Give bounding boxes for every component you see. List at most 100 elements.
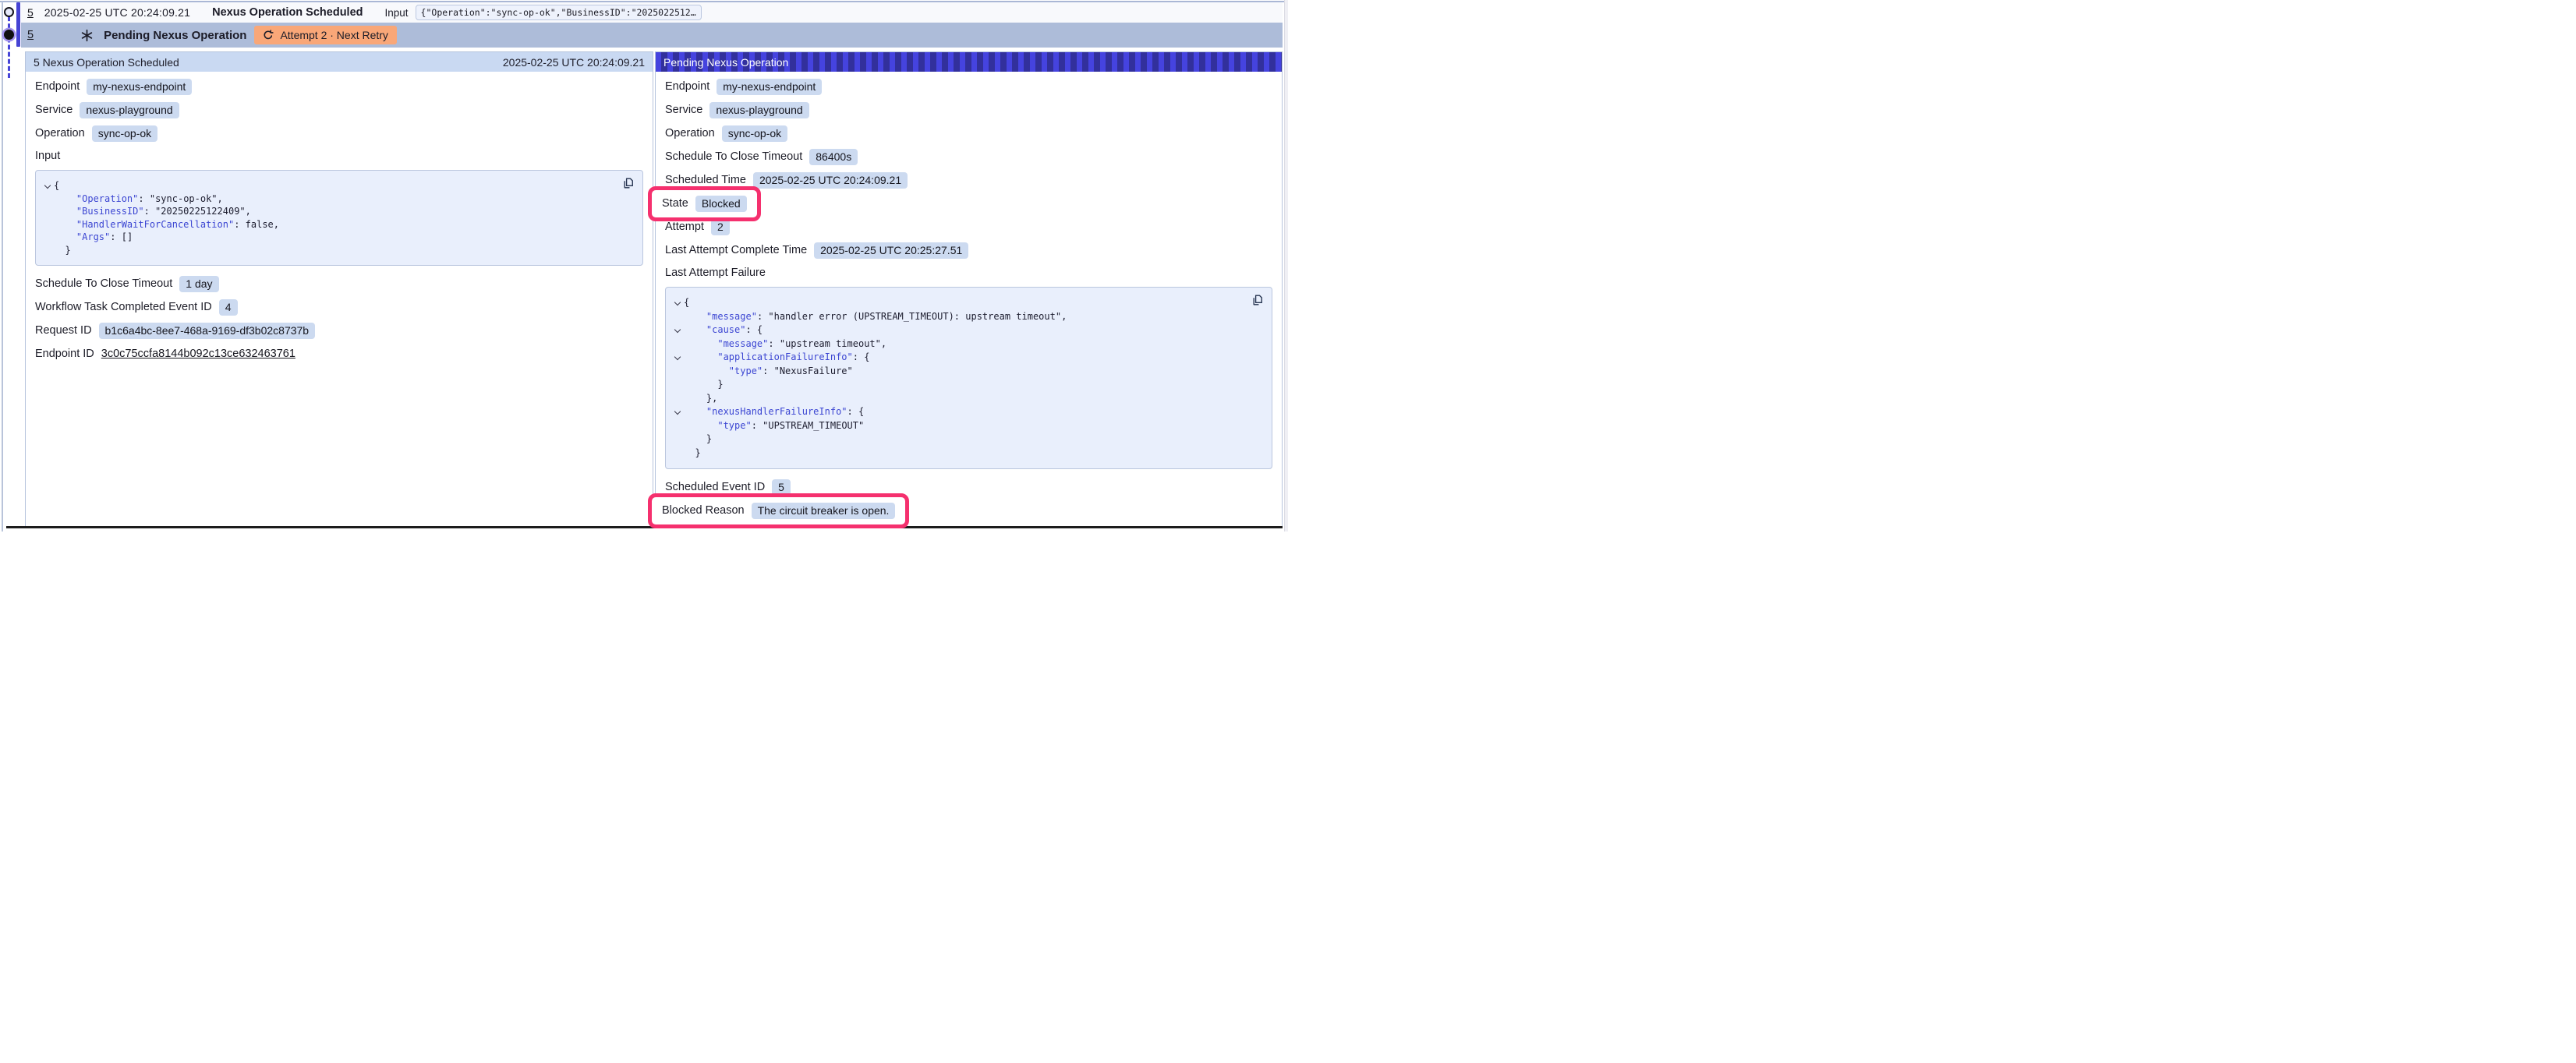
json-line: "nexusHandlerFailureInfo": { (671, 405, 1264, 419)
json-line: { (41, 179, 635, 192)
field-label: Service (35, 104, 73, 116)
field-label: Schedule To Close Timeout (35, 277, 172, 290)
field-row-operation: Operation sync-op-ok (665, 126, 1272, 140)
json-line: } (41, 244, 635, 257)
field-value-link[interactable]: 3c0c75ccfa8144b092c13ce632463761 (101, 348, 295, 360)
event-detail-panel-scheduled: 5 Nexus Operation Scheduled 2025-02-25 U… (25, 51, 653, 527)
event-timestamp: 2025-02-25 UTC 20:24:09.21 (44, 6, 190, 19)
field-label: Operation (35, 127, 85, 139)
json-line: "type": "UPSTREAM_TIMEOUT" (671, 419, 1264, 433)
field-value-chip: my-nexus-endpoint (87, 79, 192, 95)
timeline-node-open-icon[interactable] (4, 7, 14, 17)
field-row-endpoint-id: Endpoint ID 3c0c75ccfa8144b092c13ce632463… (35, 347, 643, 361)
timeline-gutter (0, 0, 21, 101)
field-row-blocked-reason: Blocked Reason The circuit breaker is ope… (665, 503, 1272, 517)
field-label: Service (665, 104, 702, 116)
failure-section-label: Last Attempt Failure (665, 267, 1272, 281)
field-row-attempt: Attempt 2 (665, 220, 1272, 234)
field-row-workflow-task-completed-event-id: Workflow Task Completed Event ID 4 (35, 300, 643, 314)
event-title: Nexus Operation Scheduled (212, 6, 363, 19)
field-row-endpoint: Endpointmy-nexus-endpoint (665, 79, 1272, 94)
json-line: } (671, 378, 1264, 392)
json-line: "BusinessID": "20250225122409", (41, 205, 635, 218)
field-value-chip: The circuit breaker is open. (752, 503, 896, 519)
input-json-viewer: { "Operation": "sync-op-ok", "BusinessID… (35, 170, 643, 266)
panel-title: Pending Nexus Operation (663, 56, 788, 69)
field-value-chip: nexus-playground (80, 102, 179, 118)
input-label: Input (385, 7, 409, 19)
event-id-link[interactable]: 5 (27, 29, 34, 41)
field-value-chip: 1 day (179, 276, 218, 292)
field-value-chip: nexus-playground (709, 102, 809, 118)
field-row-scheduled-time: Scheduled Time 2025-02-25 UTC 20:24:09.21 (665, 173, 1272, 187)
field-label: Endpoint (665, 80, 709, 93)
json-line: } (671, 447, 1264, 461)
field-label: Scheduled Time (665, 174, 746, 186)
bottom-divider (6, 526, 1283, 528)
panel-header-pending: Pending Nexus Operation (656, 52, 1282, 72)
collapse-caret-icon[interactable] (674, 299, 680, 305)
field-row-request-id: Request ID b1c6a4bc-8ee7-468a-9169-df3b02… (35, 323, 643, 337)
input-section-label: Input (35, 150, 643, 164)
field-row-schedule-to-close-timeout: Schedule To Close Timeout 1 day (35, 277, 643, 291)
json-line: "message": "handler error (UPSTREAM_TIME… (671, 310, 1264, 324)
field-label: Last Attempt Complete Time (665, 244, 807, 256)
field-label: Request ID (35, 324, 92, 337)
json-line: "type": "NexusFailure" (671, 365, 1264, 379)
field-row-endpoint: Endpointmy-nexus-endpoint (35, 79, 643, 94)
collapse-caret-icon[interactable] (44, 182, 50, 189)
copy-button[interactable] (1251, 294, 1264, 309)
field-label: Attempt (665, 221, 704, 233)
json-line: "Operation": "sync-op-ok", (41, 192, 635, 206)
panel-title: 5 Nexus Operation Scheduled (34, 56, 179, 69)
field-value-chip: 4 (219, 299, 238, 316)
field-row-last-attempt-complete-time: Last Attempt Complete Time 2025-02-25 UTC… (665, 243, 1272, 257)
field-label: Scheduled Event ID (665, 481, 765, 493)
json-line: "HandlerWaitForCancellation": false, (41, 218, 635, 231)
input-preview-chip[interactable]: {"Operation":"sync-op-ok","BusinessID":"… (416, 5, 702, 20)
field-row-state: State Blocked (665, 196, 1272, 210)
field-row-service: Service nexus-playground (665, 103, 1272, 117)
timeline-node-current-icon[interactable] (4, 30, 14, 40)
field-value-chip: b1c6a4bc-8ee7-468a-9169-df3b02c8737b (99, 323, 316, 339)
scrollbar[interactable] (1284, 0, 1288, 532)
event-id-link[interactable]: 5 (27, 6, 34, 19)
highlight-annotation: State Blocked (648, 186, 761, 221)
json-line: }, (671, 392, 1264, 406)
failure-json-viewer: { "message": "handler error (UPSTREAM_TI… (665, 287, 1272, 469)
field-label: Endpoint ID (35, 348, 94, 360)
copy-icon (1251, 294, 1264, 306)
field-label: Workflow Task Completed Event ID (35, 301, 212, 313)
field-value-chip: Blocked (695, 196, 747, 212)
highlight-annotation: Blocked Reason The circuit breaker is ope… (648, 493, 909, 528)
panel-header-scheduled: 5 Nexus Operation Scheduled 2025-02-25 U… (26, 52, 653, 72)
field-value-chip: sync-op-ok (92, 125, 157, 142)
event-row-nexus-operation-scheduled[interactable]: 5 2025-02-25 UTC 20:24:09.21 Nexus Opera… (21, 2, 1283, 23)
copy-icon (622, 177, 635, 189)
field-value-chip: 2 (711, 219, 730, 235)
copy-button[interactable] (622, 177, 635, 192)
collapse-caret-icon[interactable] (674, 408, 680, 415)
field-label: State (662, 197, 688, 210)
retry-badge-label: Attempt 2 · Next Retry (280, 29, 387, 41)
collapse-caret-icon[interactable] (674, 354, 680, 360)
field-label: Schedule To Close Timeout (665, 150, 802, 163)
retry-badge: Attempt 2 · Next Retry (254, 26, 396, 44)
json-line: "applicationFailureInfo": { (671, 351, 1264, 365)
timeline-connector (8, 9, 10, 78)
field-label: Operation (665, 127, 715, 139)
event-row-pending-nexus-operation[interactable]: 5 Pending Nexus Operation Attempt 2 · Ne… (21, 23, 1283, 48)
field-value-chip: 2025-02-25 UTC 20:25:27.51 (814, 242, 968, 259)
field-row-scheduled-event-id: Scheduled Event ID5 (665, 480, 1272, 494)
json-line: "cause": { (671, 323, 1264, 337)
json-line: "Args": [] (41, 231, 635, 244)
json-line: } (671, 433, 1264, 447)
field-value-chip: 2025-02-25 UTC 20:24:09.21 (753, 172, 908, 189)
pending-operation-star-icon (80, 29, 94, 42)
event-title: Pending Nexus Operation (104, 29, 246, 42)
json-line: "message": "upstream timeout", (671, 337, 1264, 351)
field-label: Blocked Reason (662, 504, 745, 517)
collapse-caret-icon[interactable] (674, 327, 680, 333)
panel-timestamp: 2025-02-25 UTC 20:24:09.21 (503, 56, 645, 69)
field-value-chip: sync-op-ok (722, 125, 787, 142)
